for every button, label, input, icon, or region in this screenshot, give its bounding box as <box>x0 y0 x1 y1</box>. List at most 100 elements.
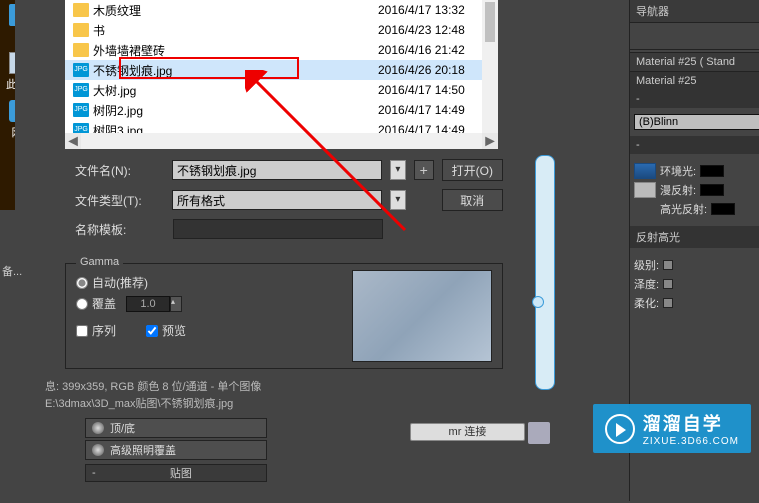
preview-checkbox-input[interactable] <box>146 325 158 337</box>
file-list[interactable]: 木质纹理2016/4/17 13:32书2016/4/23 12:48外墙墙裙壁… <box>65 0 498 133</box>
preview-label: 预览 <box>162 322 186 339</box>
file-info-line1: 息: 399x359, RGB 颜色 8 位/通道 - 单个图像 <box>45 379 503 396</box>
gamma-auto-label: 自动(推荐) <box>92 274 148 291</box>
gloss-swatch[interactable] <box>663 279 673 289</box>
file-name: 树阴2.jpg <box>93 102 378 119</box>
hscroll-right-icon[interactable]: ► <box>482 133 498 149</box>
jpg-icon: JPG <box>73 63 89 77</box>
side-strip: 备... <box>0 253 30 289</box>
maps-rollout-label: 贴图 <box>96 465 266 481</box>
specular-label: 高光反射: <box>660 201 707 217</box>
jpg-icon: JPG <box>73 103 89 117</box>
filename-input[interactable] <box>172 160 382 180</box>
hscroll-left-icon[interactable]: ◄ <box>65 133 81 149</box>
slate-area: mr 连接 <box>280 418 620 503</box>
watermark-title: 溜溜自学 <box>643 410 739 436</box>
level-swatch[interactable] <box>663 260 673 270</box>
file-name: 木质纹理 <box>93 2 378 19</box>
gamma-panel: Gamma 自动(推荐) 覆盖 ▴ 序列 <box>65 263 503 369</box>
preview-checkbox[interactable]: 预览 <box>146 322 186 339</box>
diffuse-swatch[interactable] <box>700 184 724 196</box>
gamma-auto-radio-input[interactable] <box>76 277 88 289</box>
filetype-dropdown-icon[interactable]: ▾ <box>390 190 406 210</box>
navigator-title: 导航器 <box>630 0 759 23</box>
file-list-hscroll[interactable]: ◄ ► <box>65 133 498 149</box>
gamma-auto-radio[interactable]: 自动(推荐) <box>76 274 342 291</box>
file-row[interactable]: 书2016/4/23 12:48 <box>65 20 498 40</box>
play-icon <box>605 414 635 444</box>
file-row[interactable]: 外墙墙裙壁砖2016/4/16 21:42 <box>65 40 498 60</box>
level-label: 级别: <box>634 257 659 273</box>
refl-highlight-header[interactable]: 反射高光 <box>630 226 759 248</box>
file-dialog-form: 文件名(N): ▾ + 打开(O) 文件类型(T): ▾ 取消 名称模板: <box>15 149 515 257</box>
file-row[interactable]: JPG 树阴2.jpg2016/4/17 14:49 <box>65 100 498 120</box>
folder-icon <box>73 23 89 37</box>
soften-label: 柔化: <box>634 295 659 311</box>
node-output-socket[interactable] <box>528 422 550 444</box>
folder-icon <box>73 43 89 57</box>
file-name: 不锈钢划痕.jpg <box>93 62 378 79</box>
filename-label: 文件名(N): <box>75 162 164 179</box>
jpg-icon: JPG <box>73 123 89 133</box>
ambient-swatch[interactable] <box>700 165 724 177</box>
material-title: Material #25 ( Stand <box>630 52 759 72</box>
maps-rollout-header[interactable]: - 贴图 <box>85 464 267 482</box>
add-filename-button[interactable]: + <box>414 160 434 180</box>
soften-swatch[interactable] <box>663 298 673 308</box>
rollout-panel: 顶/底 高级照明覆盖 - 贴图 <box>85 418 267 482</box>
open-button[interactable]: 打开(O) <box>442 159 503 181</box>
shader-select[interactable] <box>634 114 759 130</box>
mr-connect-node[interactable]: mr 连接 <box>410 423 525 441</box>
file-date: 2016/4/17 13:32 <box>378 3 498 17</box>
gamma-spinner-icon[interactable]: ▴ <box>170 296 182 312</box>
rollout-adv-lighting-button[interactable]: 高级照明覆盖 <box>85 440 267 460</box>
file-date: 2016/4/16 21:42 <box>378 43 498 57</box>
file-row[interactable]: JPG 树阴3.jpg2016/4/17 14:49 <box>65 120 498 133</box>
side-strip-label: 备... <box>0 253 30 289</box>
sphere-icon <box>92 444 104 456</box>
gamma-value-input[interactable] <box>126 296 170 312</box>
filename-dropdown-icon[interactable]: ▾ <box>390 160 406 180</box>
ambient-label: 环境光: <box>660 163 696 179</box>
diffuse-slot-icon[interactable] <box>634 182 656 198</box>
ambient-slot-icon[interactable] <box>634 163 656 179</box>
nametpl-input[interactable] <box>173 219 383 239</box>
file-open-dialog: 木质纹理2016/4/17 13:32书2016/4/23 12:48外墙墙裙壁… <box>15 0 515 422</box>
file-date: 2016/4/17 14:49 <box>378 123 498 133</box>
folder-icon <box>73 3 89 17</box>
node-output-shape[interactable] <box>535 155 555 390</box>
rollout-dash[interactable]: - <box>630 90 759 108</box>
node-knob-icon[interactable] <box>532 296 544 308</box>
file-name: 外墙墙裙壁砖 <box>93 42 378 59</box>
rollout-adv-lighting-label: 高级照明覆盖 <box>110 442 176 458</box>
cancel-button[interactable]: 取消 <box>442 189 503 211</box>
file-row[interactable]: JPG不锈钢划痕.jpg2016/4/26 20:18 <box>65 60 498 80</box>
sequence-label: 序列 <box>92 322 116 339</box>
file-name: 树阴3.jpg <box>93 122 378 134</box>
file-row[interactable]: 木质纹理2016/4/17 13:32 <box>65 0 498 20</box>
file-name: 大树.jpg <box>93 82 378 99</box>
preview-thumbnail <box>352 270 492 362</box>
specular-swatch[interactable] <box>711 203 735 215</box>
filetype-select[interactable] <box>172 190 382 210</box>
file-date: 2016/4/23 12:48 <box>378 23 498 37</box>
file-date: 2016/4/17 14:49 <box>378 103 498 117</box>
rollout-dash2[interactable]: - <box>630 136 759 154</box>
gamma-override-radio[interactable]: 覆盖 ▴ <box>76 295 342 312</box>
file-row[interactable]: JPG大树.jpg2016/4/17 14:50 <box>65 80 498 100</box>
filetype-label: 文件类型(T): <box>75 192 164 209</box>
gloss-label: 泽度: <box>634 276 659 292</box>
sequence-checkbox[interactable]: 序列 <box>76 322 116 339</box>
sequence-checkbox-input[interactable] <box>76 325 88 337</box>
file-list-vscroll[interactable] <box>482 0 498 133</box>
gamma-override-radio-input[interactable] <box>76 298 88 310</box>
file-info-line2: E:\3dmax\3D_max贴图\不锈钢划痕.jpg <box>45 396 503 413</box>
nametpl-label: 名称模板: <box>75 221 165 238</box>
rollout-top-bottom-button[interactable]: 顶/底 <box>85 418 267 438</box>
watermark-url: ZIXUE.3D66.COM <box>643 436 739 447</box>
rollout-top-bottom-label: 顶/底 <box>110 420 135 436</box>
diffuse-label: 漫反射: <box>660 182 696 198</box>
gamma-override-label: 覆盖 <box>92 295 116 312</box>
sphere-icon <box>92 422 104 434</box>
material-name: Material #25 <box>630 72 759 90</box>
